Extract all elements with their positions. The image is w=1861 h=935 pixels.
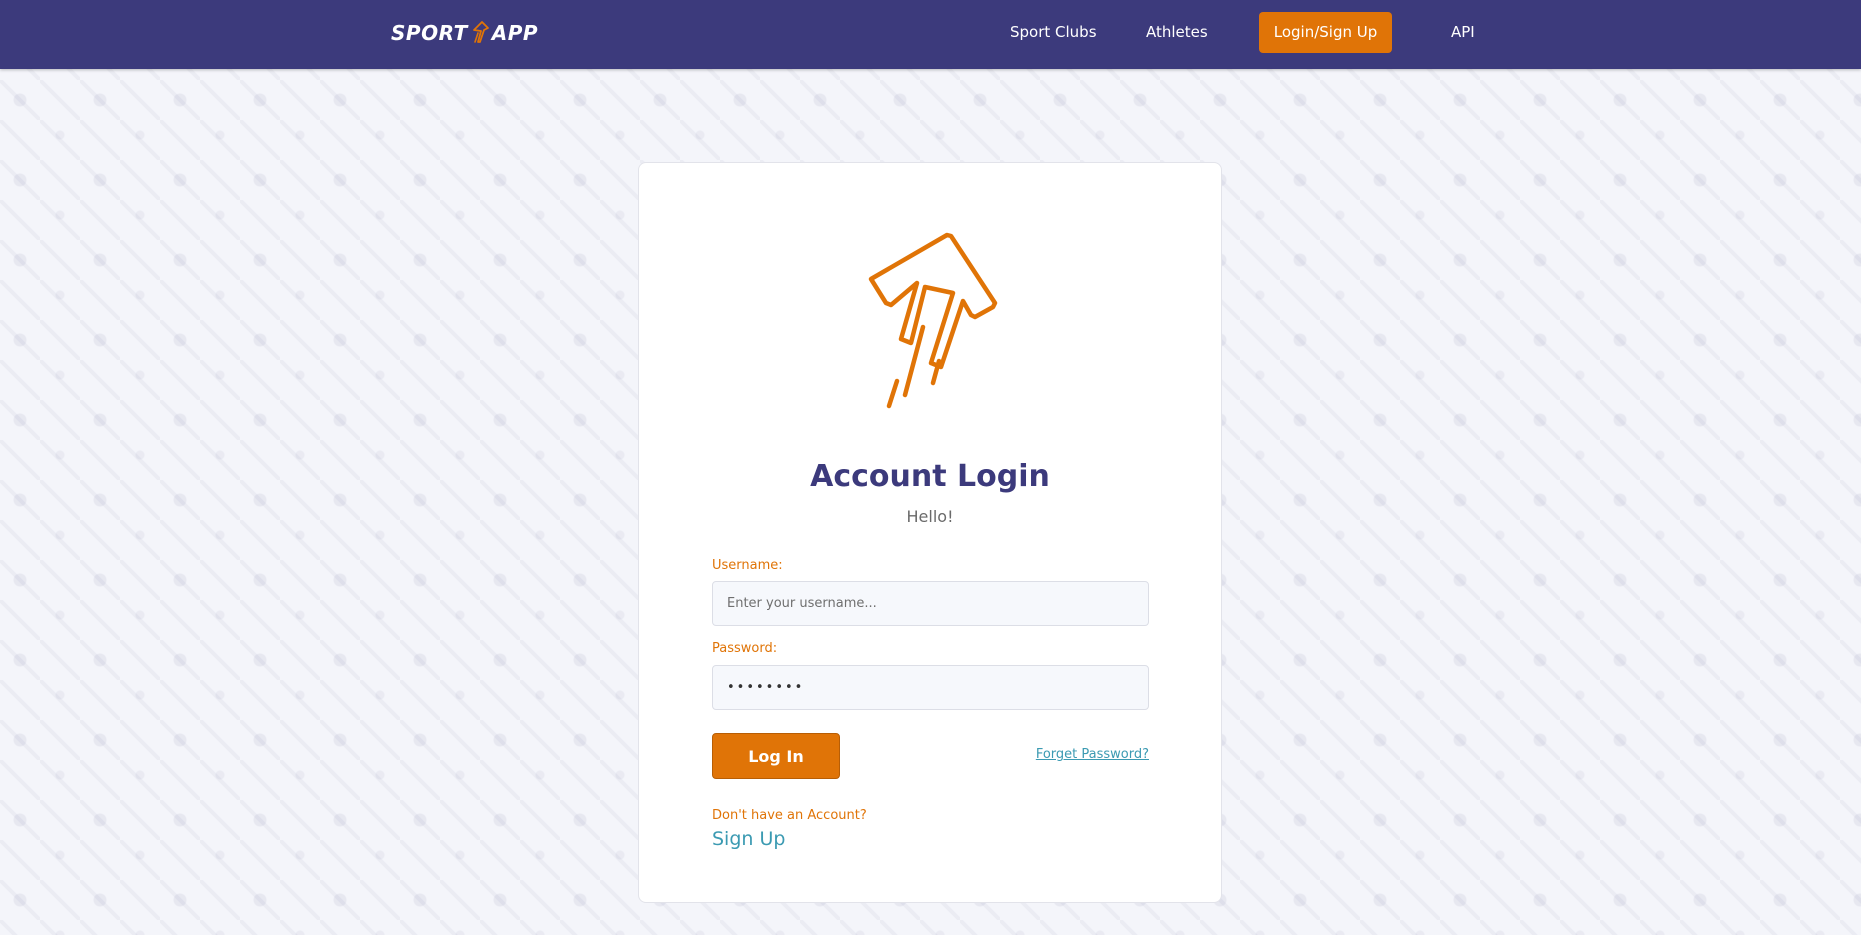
brand-text-sport: SPORT (391, 21, 468, 45)
username-label: Username: (712, 558, 783, 573)
login-card: Account Login Hello! Username: Password:… (638, 162, 1222, 903)
arrow-up-right-icon (868, 232, 998, 409)
signup-link[interactable]: Sign Up (712, 828, 785, 850)
password-input[interactable] (712, 665, 1149, 710)
nav-sport-clubs[interactable]: Sport Clubs (1010, 12, 1097, 53)
page-title: Account Login (810, 459, 1050, 494)
login-button[interactable]: Log In (712, 733, 840, 779)
username-input[interactable] (712, 581, 1149, 626)
nav-athletes[interactable]: Athletes (1146, 12, 1208, 53)
nav-login-signup[interactable]: Login/Sign Up (1259, 12, 1392, 53)
arrow-up-right-icon (472, 21, 489, 43)
brand-logo[interactable]: SPORT APP (391, 18, 538, 48)
password-label: Password: (712, 641, 778, 656)
brand-text-app: APP (491, 21, 539, 45)
top-navbar: SPORT APP Sport Clubs Athletes Login/Sig… (0, 0, 1861, 69)
no-account-text: Don't have an Account? (712, 808, 867, 823)
forgot-password-link[interactable]: Forget Password? (1030, 747, 1149, 762)
page-subtitle: Hello! (906, 507, 954, 526)
nav-api[interactable]: API (1451, 12, 1475, 53)
